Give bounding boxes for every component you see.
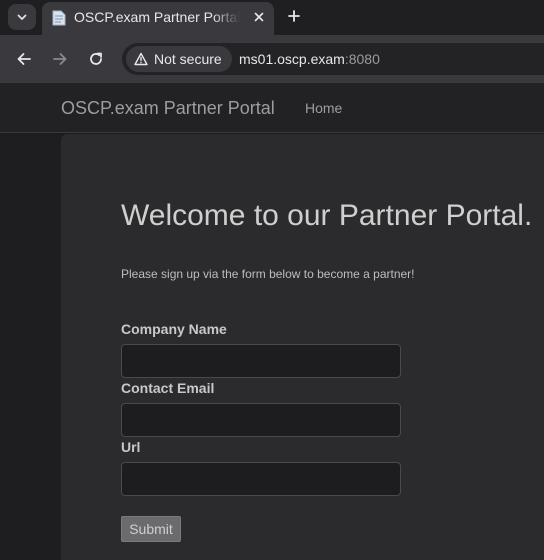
site-navbar: OSCP.exam Partner Portal Home <box>0 83 544 133</box>
url-label: Url <box>121 439 141 455</box>
contact-email-label: Contact Email <box>121 380 215 396</box>
new-tab-button[interactable] <box>283 5 305 27</box>
page-favicon-icon <box>52 10 66 26</box>
tab-search-button[interactable] <box>8 4 36 30</box>
main-container: Welcome to our Partner Portal. Please si… <box>61 134 544 560</box>
url-text[interactable]: ms01.oscp.exam:8080 <box>239 51 380 67</box>
navbar-brand[interactable]: OSCP.exam Partner Portal <box>61 98 275 119</box>
warning-triangle-icon <box>134 52 148 66</box>
security-indicator[interactable]: Not secure <box>126 46 232 72</box>
reload-button[interactable] <box>84 47 108 71</box>
url-port: :8080 <box>344 51 380 67</box>
close-icon <box>254 12 264 22</box>
company-name-input[interactable] <box>121 344 401 378</box>
tab-close-button[interactable] <box>250 8 268 26</box>
chevron-down-icon <box>17 14 27 20</box>
contact-email-input[interactable] <box>121 403 401 437</box>
url-input[interactable] <box>121 462 401 496</box>
active-tab[interactable]: OSCP.exam Partner Portal <box>42 2 274 35</box>
url-host: ms01.oscp.exam <box>239 51 345 67</box>
nav-link-home[interactable]: Home <box>305 100 342 116</box>
security-label: Not secure <box>154 51 222 67</box>
browser-toolbar: Not secure ms01.oscp.exam:8080 <box>0 35 544 83</box>
page-title: Welcome to our Partner Portal. <box>121 199 533 232</box>
arrow-left-icon <box>17 53 31 65</box>
submit-button[interactable]: Submit <box>121 516 181 542</box>
arrow-right-icon <box>53 53 67 65</box>
intro-text: Please sign up via the form below to bec… <box>121 267 415 281</box>
company-name-label: Company Name <box>121 321 227 337</box>
plus-icon <box>288 10 300 22</box>
forward-button[interactable] <box>48 47 72 71</box>
page-viewport: OSCP.exam Partner Portal Home Welcome to… <box>0 83 544 560</box>
left-gutter <box>0 134 61 560</box>
reload-icon <box>90 52 102 65</box>
tab-strip: OSCP.exam Partner Portal <box>0 0 544 35</box>
tab-title: OSCP.exam Partner Portal <box>74 9 240 25</box>
address-bar[interactable]: Not secure ms01.oscp.exam:8080 <box>122 43 544 75</box>
back-button[interactable] <box>12 47 36 71</box>
